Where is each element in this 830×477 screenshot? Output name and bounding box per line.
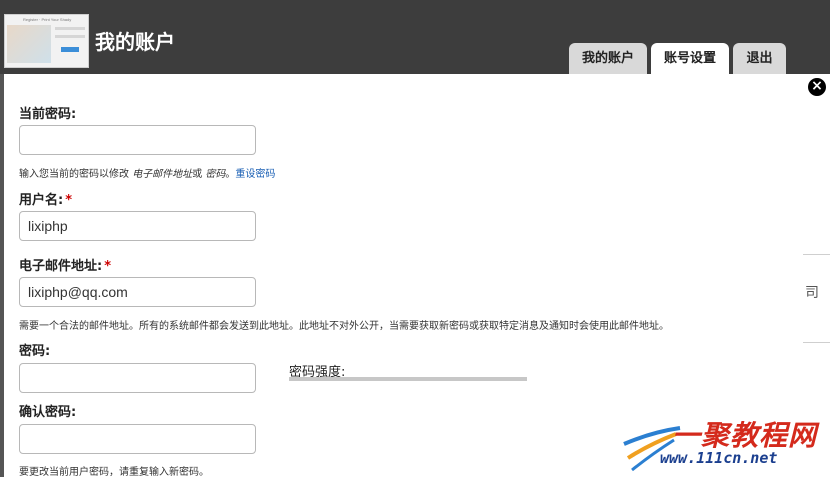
tab-account-settings[interactable]: 账号设置 [651,43,729,74]
top-header-bar: Register · Print Your Shady 我的账户 我的账户 账号… [0,0,830,74]
email-input[interactable]: lixiphp@qq.com [19,277,256,307]
current-password-help: 输入您当前的密码以修改 电子邮件地址或 密码。重设密码 [19,165,275,180]
thumbnail-image [7,25,51,63]
tab-logout[interactable]: 退出 [733,43,786,74]
thumbnail-form-line [55,27,85,30]
reset-password-link[interactable]: 重设密码 [235,169,275,180]
help-text: 或 [192,169,206,180]
required-mark: * [104,259,112,274]
current-password-input[interactable] [19,125,256,155]
backdrop-divider [803,254,830,255]
backdrop-partial-text: 司 [805,285,819,301]
watermark-text: 一聚教程网 [672,419,818,452]
thumbnail-button [61,47,79,52]
email-label: 电子邮件地址: * [19,255,111,274]
required-mark: * [65,193,73,208]
close-icon[interactable]: × [806,76,828,98]
thumbnail-form-line [55,35,85,38]
thumbnail-title: Register · Print Your Shady [23,17,72,22]
current-password-label: 当前密码: [19,107,77,122]
page-title: 我的账户 [95,30,175,54]
username-label-text: 用户名: [19,193,64,208]
username-input[interactable]: lixiphp [19,211,256,241]
site-logo-thumbnail[interactable]: Register · Print Your Shady [4,14,89,68]
password-strength-bar [289,377,527,381]
watermark-logo: 一聚教程网 www.111cn.net [622,414,830,477]
password-label: 密码: [19,344,51,359]
help-emphasis-password: 密码 [205,169,226,180]
password-input[interactable] [19,363,256,393]
help-text: 输入您当前的密码以修改 [19,169,133,180]
username-label: 用户名: * [19,189,72,208]
confirm-password-help: 要更改当前用户密码，请重复输入新密码。 [19,467,209,477]
backdrop-divider [803,342,830,343]
confirm-password-input[interactable] [19,424,256,454]
confirm-password-label: 确认密码: [19,405,77,420]
help-text: 。 [225,169,236,180]
watermark-url: www.111cn.net [660,449,778,467]
email-help: 需要一个合法的邮件地址。所有的系统邮件都会发送到此地址。此地址不对外公开，当需要… [19,321,669,332]
help-emphasis-email: 电子邮件地址 [132,169,193,180]
email-label-text: 电子邮件地址: [19,259,103,274]
tab-my-account[interactable]: 我的账户 [569,43,647,74]
